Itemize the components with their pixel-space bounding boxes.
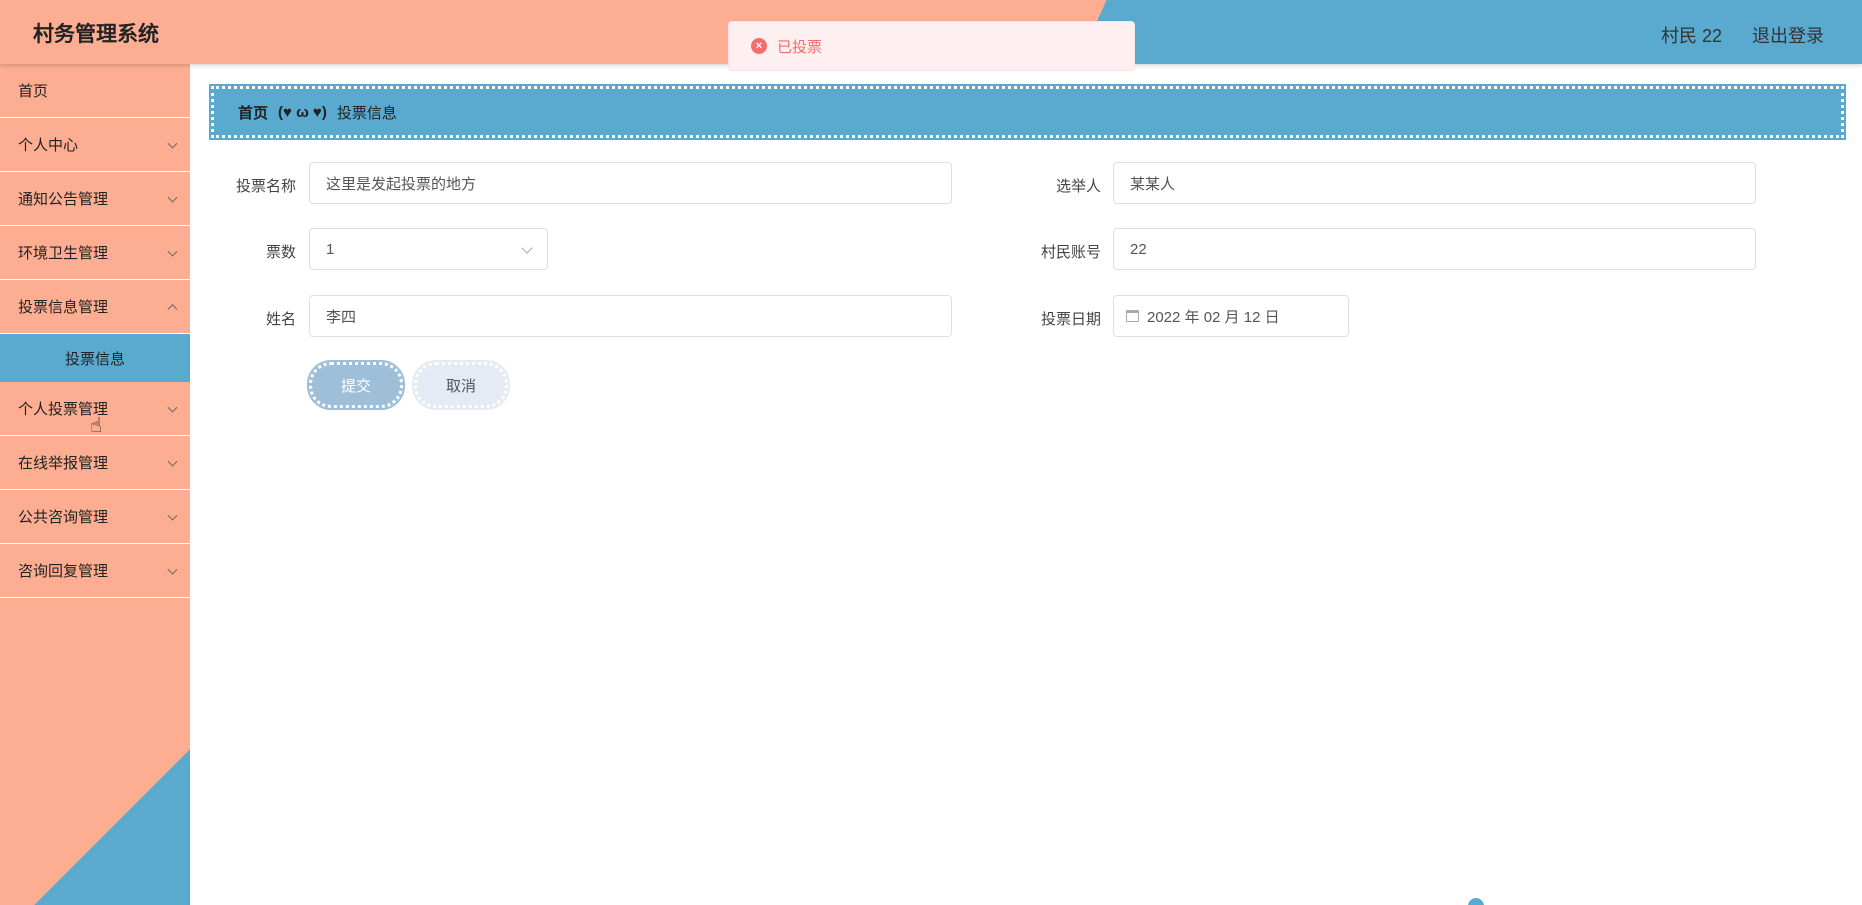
votes-value: 1 [326, 240, 335, 258]
breadcrumb-home[interactable]: 首页 [238, 102, 268, 123]
error-circle-icon: × [751, 38, 767, 54]
candidate-value: 某某人 [1130, 175, 1176, 193]
vote-name-label: 投票名称 [235, 178, 296, 195]
chevron-down-icon [167, 564, 178, 575]
chevron-down-icon [167, 246, 178, 257]
vote-name-input[interactable]: 这里是发起投票的地方 [309, 162, 952, 204]
name-value: 李四 [326, 308, 357, 326]
sidebar-item-consult[interactable]: 公共咨询管理 [0, 490, 190, 544]
sidebar-item-home[interactable]: 首页 [0, 64, 190, 118]
sidebar-item-label: 个人中心 [18, 137, 79, 154]
candidate-input[interactable]: 某某人 [1113, 162, 1756, 204]
name-input[interactable]: 李四 [309, 295, 952, 337]
chevron-down-icon [167, 510, 178, 521]
sidebar-item-label: 通知公告管理 [18, 191, 109, 208]
sidebar-item-report[interactable]: 在线举报管理 [0, 436, 190, 490]
error-toast: × 已投票 [728, 21, 1135, 71]
chevron-down-icon [167, 192, 178, 203]
sidebar-item-label: 投票信息管理 [18, 299, 109, 316]
sidebar-item-label: 首页 [18, 83, 49, 100]
hand-cursor-icon: ☝ [90, 415, 103, 437]
sidebar-item-vote-info[interactable]: 投票信息管理 [0, 280, 190, 334]
breadcrumb: 首页 (♥ ω ♥) 投票信息 [209, 84, 1846, 140]
chevron-down-icon [167, 456, 178, 467]
sidebar: 首页 个人中心 通知公告管理 环境卫生管理 投票信息管理 投票信息 个人投票管理… [0, 64, 190, 905]
toast-message: 已投票 [777, 38, 823, 56]
breadcrumb-separator: (♥ ω ♥) [278, 103, 327, 121]
account-input[interactable]: 22 [1113, 228, 1756, 270]
date-picker[interactable]: 2022 年 02 月 12 日 [1113, 295, 1349, 337]
breadcrumb-current: 投票信息 [336, 104, 397, 122]
date-value: 2022 年 02 月 12 日 [1147, 308, 1280, 326]
current-user: 村民 22 [1660, 26, 1722, 46]
submit-button[interactable]: 提交 [307, 360, 405, 410]
logout-button[interactable]: 退出登录 [1752, 22, 1824, 48]
chevron-up-icon [167, 303, 178, 314]
sidebar-item-label: 公共咨询管理 [18, 509, 109, 526]
votes-label: 票数 [265, 244, 296, 261]
calendar-icon [1126, 310, 1139, 322]
sidebar-item-personal-center[interactable]: 个人中心 [0, 118, 190, 172]
date-label: 投票日期 [1040, 311, 1101, 328]
sidebar-item-notice[interactable]: 通知公告管理 [0, 172, 190, 226]
account-label: 村民账号 [1040, 244, 1101, 261]
sidebar-item-sanitation[interactable]: 环境卫生管理 [0, 226, 190, 280]
chevron-down-icon [167, 138, 178, 149]
sidebar-item-label: 咨询回复管理 [18, 563, 109, 580]
name-label: 姓名 [265, 311, 296, 328]
votes-select[interactable]: 1 [309, 228, 548, 270]
vote-name-value: 这里是发起投票的地方 [326, 175, 477, 193]
app-title: 村务管理系统 [33, 23, 159, 46]
cancel-button[interactable]: 取消 [412, 360, 510, 410]
chevron-down-icon [521, 242, 533, 254]
floating-dot [1468, 898, 1484, 905]
sidebar-subitem-vote-info[interactable]: 投票信息 [0, 334, 190, 382]
sidebar-item-label: 环境卫生管理 [18, 245, 109, 262]
account-value: 22 [1130, 240, 1147, 258]
sidebar-item-label: 在线举报管理 [18, 455, 109, 472]
chevron-down-icon [167, 402, 178, 413]
candidate-label: 选举人 [1055, 178, 1101, 195]
sidebar-item-consult-reply[interactable]: 咨询回复管理 [0, 544, 190, 598]
